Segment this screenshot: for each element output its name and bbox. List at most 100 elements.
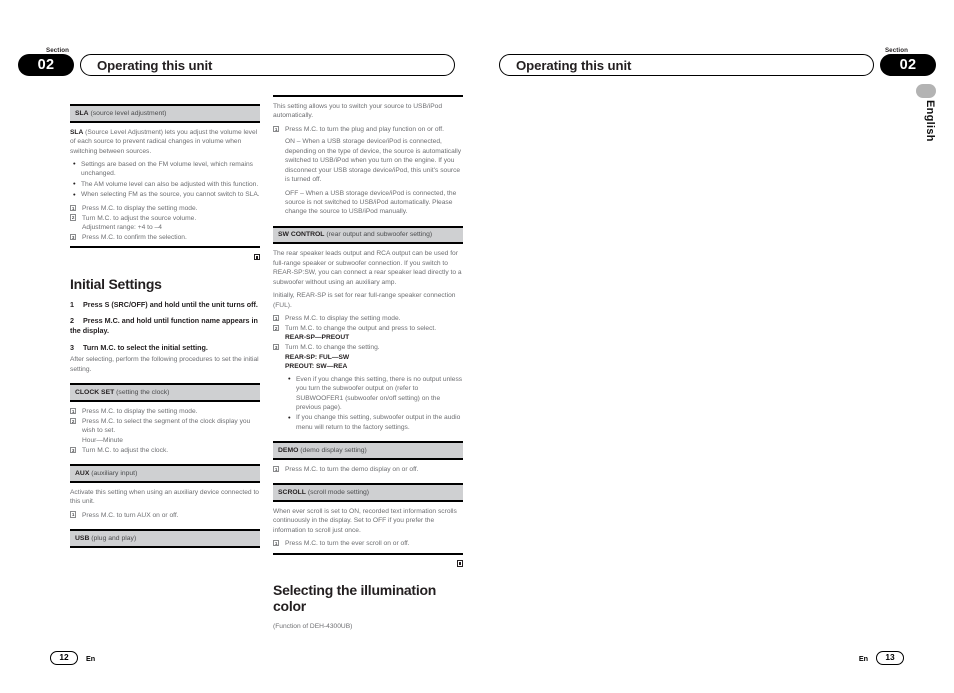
list-item: Even if you change this setting, there i…	[285, 374, 463, 413]
list-item: 2 Turn M.C. to change the output and pres…	[273, 324, 437, 342]
step-box-3: 3	[70, 233, 77, 240]
list-item: 3 Press M.C. to confirm the selection.	[70, 233, 187, 242]
page-header-left: Section 02 Operating this unit	[18, 47, 455, 77]
section-bar-aux: AUX (auxiliary input)	[70, 464, 260, 483]
section-bar-scroll: SCROLL (scroll mode setting)	[273, 483, 463, 503]
clock-steps: 1 Press M.C. to display the setting mode.…	[70, 407, 260, 455]
list-item: Settings are based on the FM volume leve…	[70, 159, 260, 179]
clock-bar-title: CLOCK SET	[75, 388, 115, 396]
section-word: Section	[46, 47, 70, 54]
sla-intro: SLA (Source Level Adjustment) lets you a…	[70, 128, 258, 155]
list-item: If you change this setting, subwoofer ou…	[285, 413, 463, 432]
sw-steps: 1 Press M.C. to display the setting mode.…	[273, 314, 463, 372]
step-box-1: 1	[70, 204, 77, 211]
usb-intro: This setting allows you to switch your s…	[273, 103, 443, 120]
step-box-3: 3	[273, 344, 280, 351]
sw-bar-caption: (rear output and subwoofer setting)	[326, 231, 433, 239]
divider	[273, 552, 463, 555]
list-item: 2 Press M.C. to select the segment of the…	[70, 417, 251, 444]
sla-bar-caption: (source level adjustment)	[90, 109, 167, 117]
footer-left: 12 En	[50, 651, 95, 665]
step-box-1: 1	[273, 125, 280, 132]
end-marker-row	[70, 253, 260, 262]
page-number: 12	[50, 651, 78, 665]
scroll-text: When ever scroll is set to ON, recorded …	[273, 508, 457, 534]
language-tab-marker	[916, 84, 936, 98]
list-item: 1 Press M.C. to turn the demo display on …	[273, 465, 419, 473]
list-item: When selecting FM as the source, you can…	[70, 190, 260, 201]
page-left: Section 02 Operating this unit SLA (sour…	[0, 0, 477, 693]
illumination-subtitle: (Function of DEH-4300UB)	[273, 622, 353, 630]
step-box-1: 1	[273, 540, 280, 547]
page-title: Operating this unit	[499, 54, 874, 76]
step-box-2: 2	[70, 417, 77, 424]
aux-bar-caption: (auxiliary input)	[91, 469, 138, 477]
scroll-bar-title: SCROLL	[278, 488, 306, 496]
step-2: 2 Press M.C. and hold until function name…	[70, 316, 258, 335]
aux-steps: 1 Press M.C. to turn AUX on or off.	[70, 511, 260, 520]
demo-steps: 1 Press M.C. to turn the demo display on …	[273, 465, 463, 474]
step-box-1: 1	[273, 465, 280, 472]
demo-bar-title: DEMO	[278, 446, 299, 454]
step-box-2: 2	[70, 214, 77, 221]
list-item: 3 Turn M.C. to adjust the clock.	[70, 446, 169, 454]
sw-bullets: Even if you change this setting, there i…	[273, 374, 463, 433]
section-bar-demo: DEMO (demo display setting)	[273, 441, 463, 460]
page-header-right: Section 02 Operating this unit	[499, 47, 936, 77]
list-item: The AM volume level can also be adjusted…	[70, 179, 260, 190]
section-bar-usb: USB (plug and play)	[70, 529, 260, 548]
page-title: Operating this unit	[80, 54, 455, 76]
section-number-badge: 02	[18, 54, 74, 76]
scroll-bar-caption: (scroll mode setting)	[307, 488, 370, 496]
divider	[273, 95, 463, 97]
sw-paragraph-2: Initially, REAR-SP is set for rear full-…	[273, 292, 456, 309]
section-bar-sw-control: SW CONTROL (rear output and subwoofer se…	[273, 225, 463, 245]
step-box-2: 2	[273, 324, 280, 331]
usb-bar-caption: (plug and play)	[91, 534, 137, 542]
step-box-3: 3	[70, 446, 77, 453]
aux-text: Activate this setting when using an auxi…	[70, 488, 259, 506]
end-marker-row	[273, 560, 463, 569]
list-item: 3 Turn M.C. to change the setting. REAR-SP…	[273, 344, 380, 371]
sw-paragraph-1: The rear speaker leads output and RCA ou…	[273, 250, 462, 286]
sla-bar-title: SLA	[75, 109, 89, 117]
usb-steps: 1 Press M.C. to turn the plug and play fu…	[273, 125, 463, 134]
column-2: This setting allows you to switch your s…	[273, 95, 463, 635]
scroll-steps: 1 Press M.C. to turn the ever scroll on o…	[273, 539, 463, 548]
column-1: SLA (source level adjustment) SLA (Sourc…	[70, 95, 260, 553]
list-item: 1 Press M.C. to turn AUX on or off.	[70, 511, 179, 519]
divider	[70, 246, 260, 249]
end-of-section-icon	[253, 253, 260, 261]
step-1: 1 Press S (SRC/OFF) and hold until the un…	[70, 299, 258, 309]
list-item: 1 Press M.C. to turn the ever scroll on o…	[273, 540, 410, 548]
usb-bar-title: USB	[75, 534, 90, 542]
section-bar-sla: SLA (source level adjustment)	[70, 104, 260, 123]
end-of-section-icon	[456, 560, 463, 567]
language-tab-label: English	[924, 100, 936, 142]
list-item: 2 Turn M.C. to adjust the source volume. A…	[70, 214, 197, 232]
step-3-subtext: After selecting, perform the following p…	[70, 356, 259, 373]
page-number: 13	[876, 651, 904, 665]
demo-bar-caption: (demo display setting)	[300, 446, 367, 454]
step-box-1: 1	[70, 407, 77, 414]
aux-bar-title: AUX	[75, 469, 90, 477]
section-number-badge: 02	[880, 54, 936, 76]
heading-selecting-illumination-color: Selecting the illumination color	[273, 582, 437, 614]
sw-bar-title: SW CONTROL	[278, 231, 325, 239]
step-box-1: 1	[70, 511, 77, 518]
list-item: 1 Press M.C. to turn the plug and play fu…	[273, 125, 444, 133]
list-item: 1 Press M.C. to display the setting mode.	[70, 204, 198, 212]
manual-spread: Section 02 Operating this unit SLA (sour…	[0, 0, 954, 693]
list-item: 1 Press M.C. to display the setting mode.	[273, 314, 401, 323]
footer-right: En 13	[859, 651, 904, 665]
sla-bullets: Settings are based on the FM volume leve…	[70, 159, 260, 201]
page-right: Section 02 Operating this unit English T…	[477, 0, 954, 693]
clock-bar-caption: (setting the clock)	[116, 388, 170, 396]
section-word: Section	[884, 47, 908, 54]
heading-initial-settings: Initial Settings	[70, 275, 162, 292]
list-item: 1 Press M.C. to display the setting mode.	[70, 407, 198, 415]
step-box-1: 1	[273, 314, 280, 322]
section-bar-clock-set: CLOCK SET (setting the clock)	[70, 383, 260, 402]
sla-steps: 1 Press M.C. to display the setting mode.…	[70, 204, 260, 243]
usb-off-description: OFF – When a USB storage device/iPod is …	[285, 189, 457, 216]
